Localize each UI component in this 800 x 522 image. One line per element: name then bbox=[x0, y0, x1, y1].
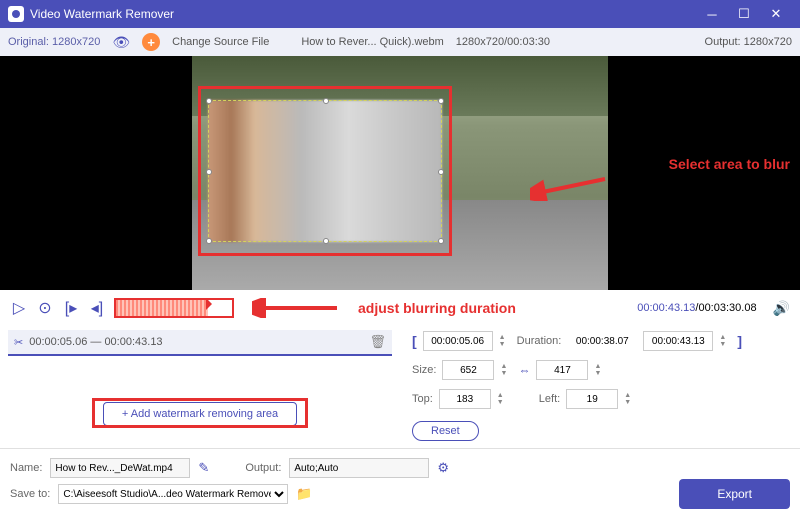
source-dims-duration: 1280x720/00:03:30 bbox=[456, 36, 550, 48]
top-label: Top: bbox=[412, 393, 433, 405]
annotation-box-add bbox=[92, 398, 308, 428]
timeline-selection[interactable] bbox=[116, 300, 208, 316]
total-time: /00:03:30.08 bbox=[695, 302, 756, 314]
height-input[interactable] bbox=[536, 360, 588, 380]
top-input[interactable] bbox=[439, 389, 491, 409]
app-title: Video Watermark Remover bbox=[30, 7, 696, 21]
params-panel: [ ▲▼ Duration: ▲▼ ] Size: ▲▼ ⇔ ▲▼ Top: ▲… bbox=[400, 326, 800, 448]
export-button[interactable]: Export bbox=[679, 479, 790, 509]
output-settings-icon[interactable]: ⚙ bbox=[437, 460, 449, 476]
resize-handle[interactable] bbox=[438, 98, 444, 104]
current-time: 00:00:43.13 bbox=[637, 302, 695, 314]
saveto-select[interactable]: C:\Aiseesoft Studio\A...deo Watermark Re… bbox=[58, 484, 288, 504]
output-name-input[interactable] bbox=[50, 458, 190, 478]
timeline[interactable] bbox=[114, 298, 234, 318]
stop-button[interactable]: ⊙ bbox=[36, 298, 54, 318]
saveto-label: Save to: bbox=[10, 488, 50, 500]
title-bar: Video Watermark Remover ─ ☐ ✕ bbox=[0, 0, 800, 28]
open-folder-icon[interactable]: 📁 bbox=[296, 486, 312, 502]
resize-handle[interactable] bbox=[323, 98, 329, 104]
annotation-select-area: Select area to blur bbox=[669, 156, 790, 172]
spinner[interactable]: ▲▼ bbox=[499, 334, 511, 348]
mark-in-button[interactable]: [▸ bbox=[62, 298, 80, 318]
preview-toggle-icon[interactable]: 👁 bbox=[112, 34, 130, 51]
duration-label: Duration: bbox=[517, 335, 562, 347]
left-input[interactable] bbox=[566, 389, 618, 409]
bracket-out-button[interactable]: ] bbox=[737, 333, 742, 349]
spinner[interactable]: ▲▼ bbox=[624, 392, 636, 406]
spinner[interactable]: ▲▼ bbox=[594, 363, 606, 377]
scissors-icon: ✂ bbox=[14, 336, 23, 349]
bracket-in-button[interactable]: [ bbox=[412, 333, 417, 349]
link-dimensions-icon[interactable]: ⇔ bbox=[518, 363, 530, 377]
output-dims: Output: 1280x720 bbox=[705, 36, 792, 48]
edit-name-icon[interactable]: ✎ bbox=[198, 460, 209, 476]
minimize-button[interactable]: ─ bbox=[696, 0, 728, 28]
mark-out-button[interactable]: ◂] bbox=[88, 298, 106, 318]
resize-handle[interactable] bbox=[206, 169, 212, 175]
delete-region-icon[interactable]: 🗑 bbox=[369, 334, 386, 350]
left-label: Left: bbox=[539, 393, 560, 405]
resize-handle[interactable] bbox=[438, 238, 444, 244]
annotation-arrow-icon bbox=[252, 298, 342, 318]
close-button[interactable]: ✕ bbox=[760, 0, 792, 28]
output-format-input[interactable] bbox=[289, 458, 429, 478]
video-preview[interactable]: Select area to blur bbox=[0, 56, 800, 290]
output-format-label: Output: bbox=[245, 462, 281, 474]
playback-controls: ▷ ⊙ [▸ ◂] adjust blurring duration 00:00… bbox=[0, 290, 800, 326]
resize-handle[interactable] bbox=[323, 238, 329, 244]
end-time-input[interactable] bbox=[643, 331, 713, 351]
spinner[interactable]: ▲▼ bbox=[719, 334, 731, 348]
size-label: Size: bbox=[412, 364, 436, 376]
resize-handle[interactable] bbox=[438, 169, 444, 175]
info-bar: Original: 1280x720 👁 + Change Source Fil… bbox=[0, 28, 800, 56]
resize-handle[interactable] bbox=[206, 238, 212, 244]
app-logo bbox=[8, 6, 24, 22]
play-button[interactable]: ▷ bbox=[10, 298, 28, 318]
maximize-button[interactable]: ☐ bbox=[728, 0, 760, 28]
region-time-range: 00:00:05.06 — 00:00:43.13 bbox=[29, 336, 162, 348]
source-filename: How to Rever... Quick).webm bbox=[301, 36, 443, 48]
reset-button[interactable]: Reset bbox=[412, 421, 479, 441]
start-time-input[interactable] bbox=[423, 331, 493, 351]
time-display: 00:00:43.13/00:03:30.08 bbox=[637, 302, 756, 314]
resize-handle[interactable] bbox=[206, 98, 212, 104]
spinner[interactable]: ▲▼ bbox=[500, 363, 512, 377]
selection-box[interactable] bbox=[208, 100, 442, 242]
annotation-adjust-duration: adjust blurring duration bbox=[358, 300, 516, 316]
width-input[interactable] bbox=[442, 360, 494, 380]
add-source-button[interactable]: + bbox=[142, 33, 160, 51]
region-row[interactable]: ✂ 00:00:05.06 — 00:00:43.13 🗑 bbox=[8, 330, 392, 356]
duration-value bbox=[567, 331, 637, 351]
regions-panel: ✂ 00:00:05.06 — 00:00:43.13 🗑 + Add wate… bbox=[0, 326, 400, 448]
annotation-arrow-icon bbox=[530, 171, 610, 201]
name-label: Name: bbox=[10, 462, 42, 474]
change-source-link[interactable]: Change Source File bbox=[172, 36, 269, 48]
spinner[interactable]: ▲▼ bbox=[497, 392, 509, 406]
volume-icon[interactable]: 🔊 bbox=[773, 300, 790, 317]
original-dims: Original: 1280x720 bbox=[8, 36, 100, 48]
bottom-panel: Name: ✎ Output: ⚙ Save to: C:\Aiseesoft … bbox=[0, 448, 800, 513]
